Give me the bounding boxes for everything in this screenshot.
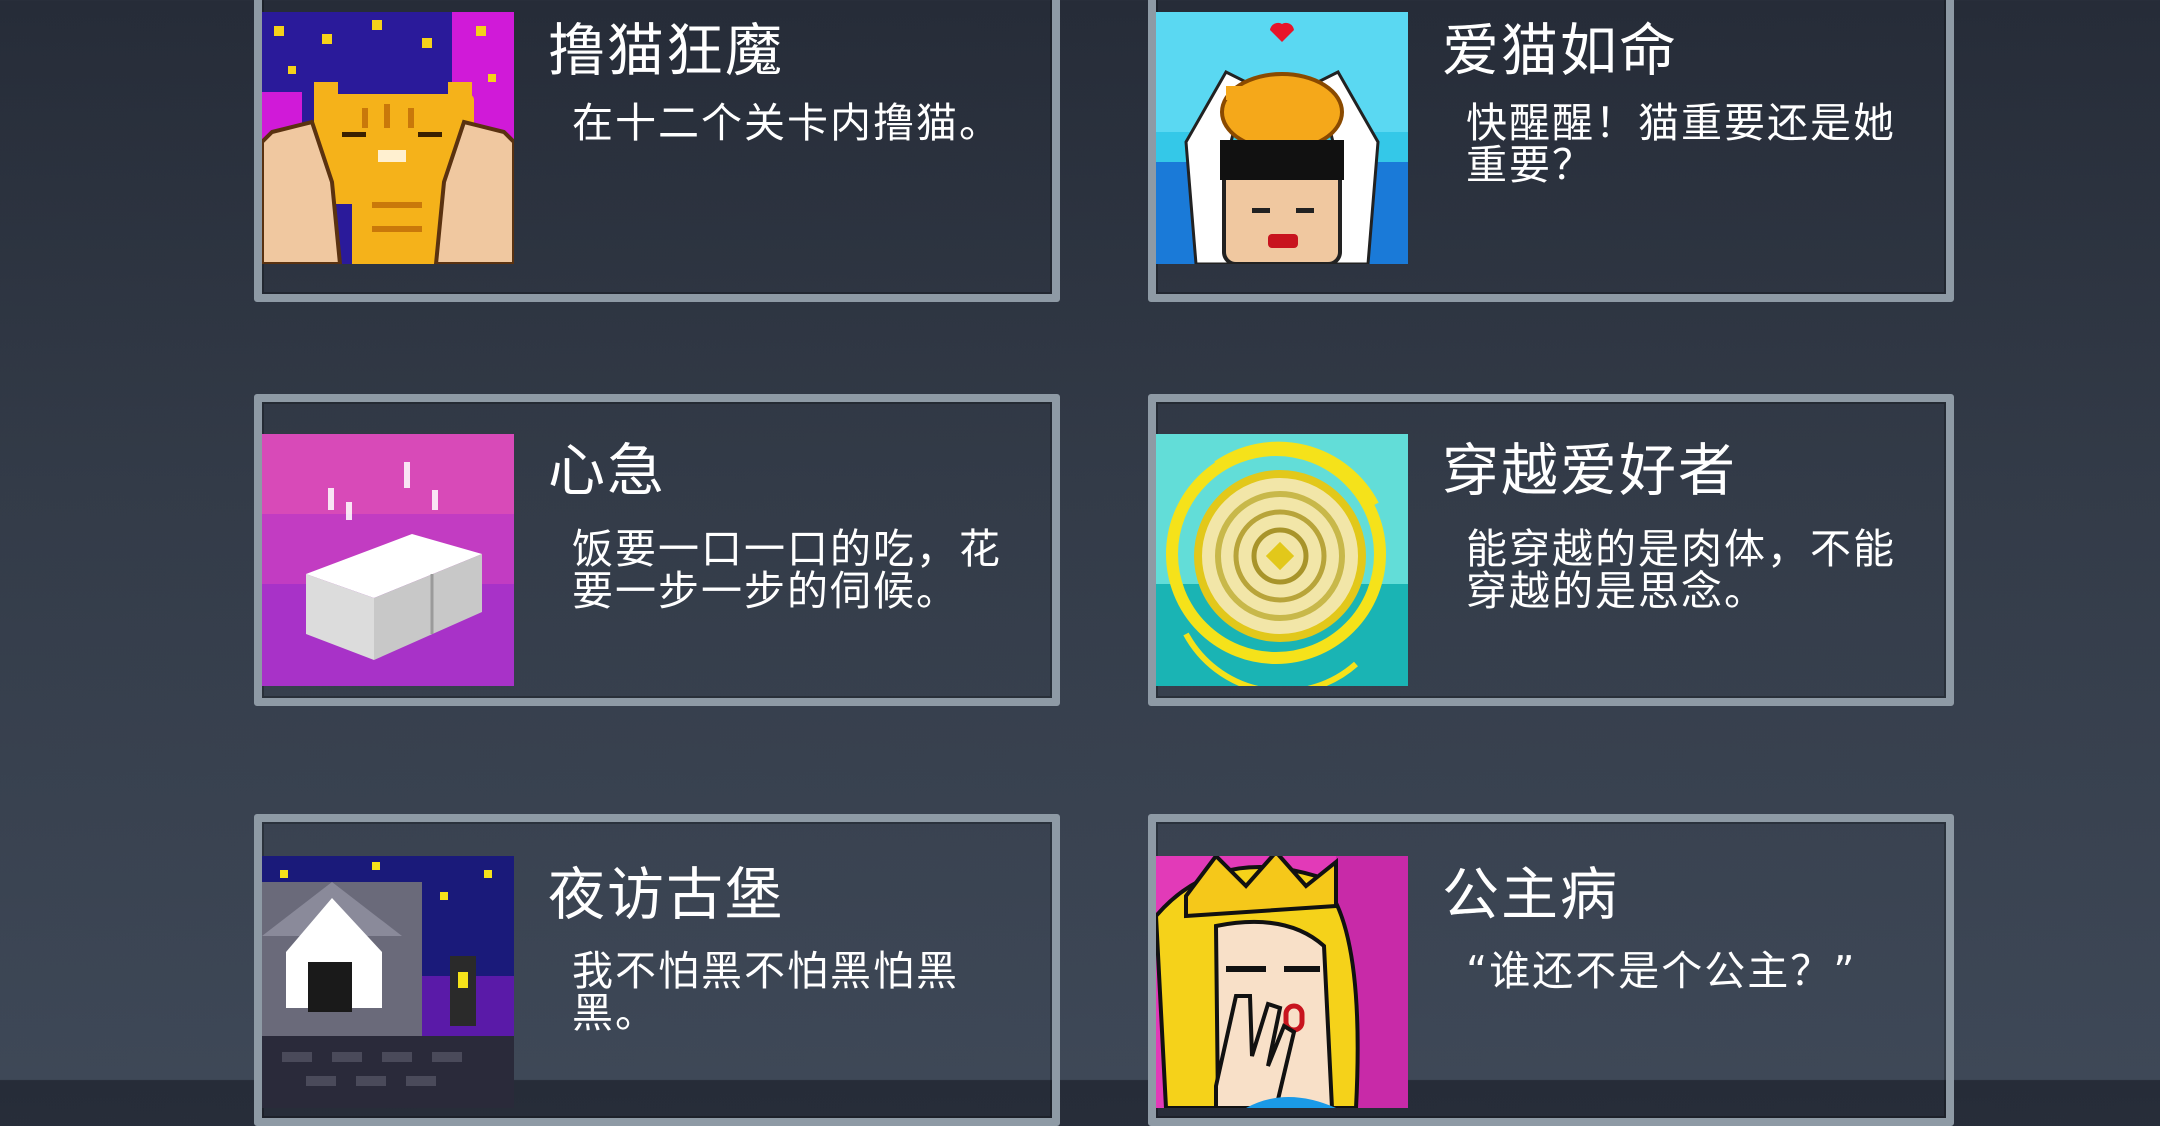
night-castle-icon <box>262 856 514 1108</box>
achievement-card[interactable]: 心急 饭要一口一口的吃，花要一步一步的伺候。 <box>254 394 1060 706</box>
achievement-title: 心急 <box>548 438 666 504</box>
achievement-description: “谁还不是个公主？” <box>1466 947 1857 995</box>
achievement-description: 饭要一口一口的吃，花要一步一步的伺候。 <box>572 525 1002 615</box>
achievement-title: 夜访古堡 <box>548 862 784 928</box>
achievement-title: 公主病 <box>1442 862 1619 928</box>
achievement-title: 爱猫如命 <box>1442 18 1678 84</box>
achievement-description: 我不怕黑不怕黑怕黑黑。 <box>572 947 959 1037</box>
crying-princess-icon <box>1156 856 1408 1108</box>
achievement-title: 撸猫狂魔 <box>548 18 784 84</box>
cat-petting-icon <box>262 12 514 264</box>
steaming-tofu-icon <box>262 434 514 686</box>
achievement-title: 穿越爱好者 <box>1442 438 1737 504</box>
achievement-description: 快醒醒！猫重要还是她重要？ <box>1466 99 1896 189</box>
cat-on-head-icon <box>1156 12 1408 264</box>
achievement-card[interactable]: 公主病 “谁还不是个公主？” <box>1148 814 1954 1126</box>
achievement-card[interactable]: 穿越爱好者 能穿越的是肉体，不能穿越的是思念。 <box>1148 394 1954 706</box>
achievement-card[interactable]: 爱猫如命 快醒醒！猫重要还是她重要？ <box>1148 0 1954 302</box>
achievement-description: 在十二个关卡内撸猫。 <box>572 99 1002 147</box>
achievement-card[interactable]: 夜访古堡 我不怕黑不怕黑怕黑黑。 <box>254 814 1060 1126</box>
achievement-description: 能穿越的是肉体，不能穿越的是思念。 <box>1466 525 1896 615</box>
time-portal-icon <box>1156 434 1408 686</box>
achievement-card[interactable]: 撸猫狂魔 在十二个关卡内撸猫。 <box>254 0 1060 302</box>
